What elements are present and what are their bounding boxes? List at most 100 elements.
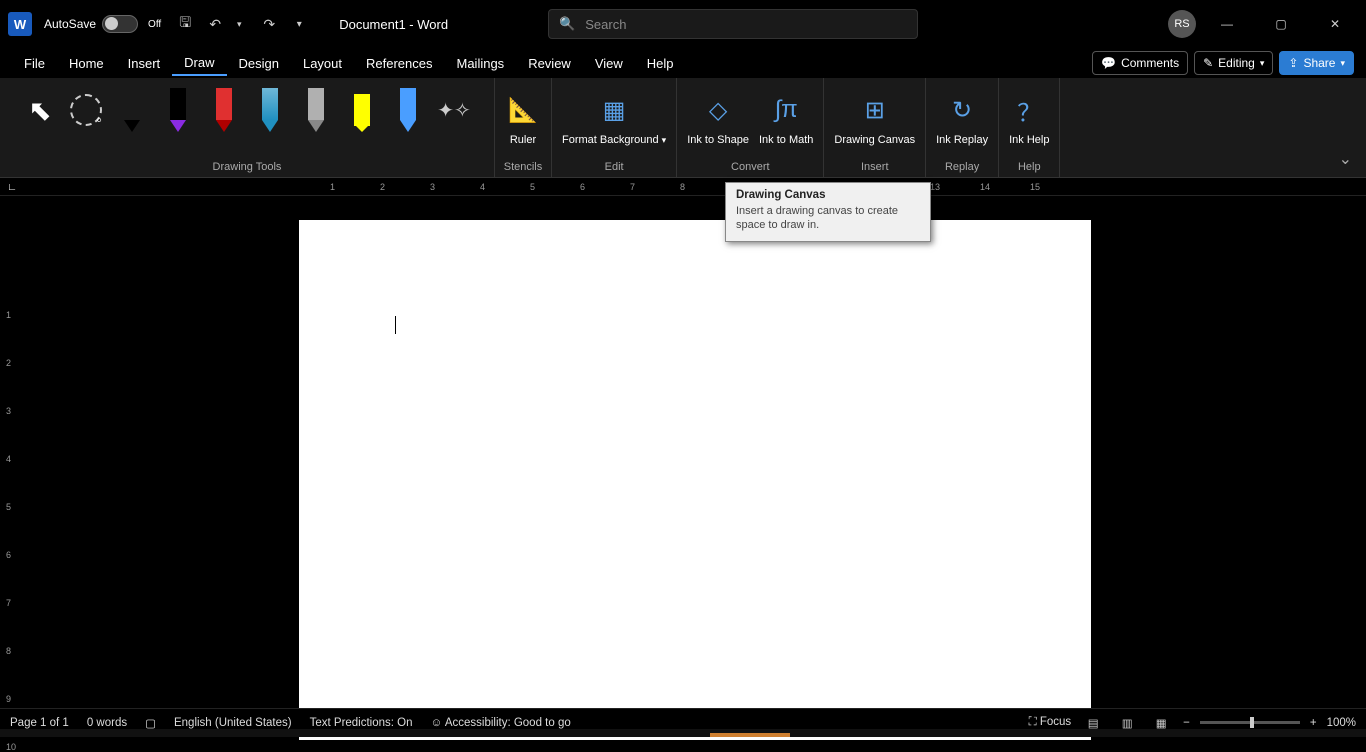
- tab-help[interactable]: Help: [635, 52, 686, 75]
- close-button[interactable]: ✕: [1312, 8, 1358, 40]
- help-icon: ？: [1013, 88, 1045, 132]
- zoom-level[interactable]: 100%: [1327, 717, 1356, 729]
- autosave-toggle[interactable]: AutoSave Off: [44, 15, 161, 33]
- undo-icon[interactable]: ↶: [205, 14, 225, 34]
- comments-button[interactable]: 💬 Comments: [1092, 51, 1188, 75]
- status-page[interactable]: Page 1 of 1: [10, 717, 69, 729]
- pen-galaxy[interactable]: [250, 86, 290, 134]
- drawing-canvas-button[interactable]: ⊞ Drawing Canvas: [832, 86, 917, 149]
- ruler-tick: 4: [480, 182, 485, 192]
- autosave-label: AutoSave: [44, 17, 96, 31]
- focus-mode-button[interactable]: ⛶ Focus: [1029, 716, 1072, 729]
- tab-review[interactable]: Review: [516, 52, 583, 75]
- document-page[interactable]: [299, 220, 1091, 740]
- pencil-tool[interactable]: [296, 86, 336, 134]
- status-language[interactable]: English (United States): [174, 717, 292, 729]
- ruler-tick: 4: [6, 454, 11, 464]
- text-cursor: [395, 316, 396, 334]
- tab-view[interactable]: View: [583, 52, 635, 75]
- collapse-ribbon-button[interactable]: ⌄: [1325, 141, 1366, 177]
- ruler-tick: 7: [630, 182, 635, 192]
- lasso-select-tool[interactable]: [66, 86, 106, 134]
- group-label-help: Help: [1018, 159, 1041, 177]
- ruler-tick: 13: [930, 182, 940, 192]
- editing-mode-button[interactable]: ✎ Editing ▾: [1194, 51, 1273, 75]
- zoom-slider[interactable]: [1200, 721, 1300, 724]
- pen-icon: [262, 88, 278, 132]
- ruler-tick: 10: [6, 742, 16, 752]
- ruler-tick: 1: [6, 310, 11, 320]
- ruler-tick: 3: [6, 406, 11, 416]
- pen-icon: [216, 88, 232, 132]
- status-accessibility[interactable]: ☺ Accessibility: Good to go: [431, 717, 571, 729]
- tab-file[interactable]: File: [12, 52, 57, 75]
- tab-references[interactable]: References: [354, 52, 444, 75]
- pen-red[interactable]: [204, 86, 244, 134]
- ruler-tick: 5: [530, 182, 535, 192]
- ink-to-math-button[interactable]: ∫π Ink to Math: [757, 86, 815, 149]
- format-background-label: Format Background ▾: [562, 134, 666, 147]
- eraser-tool[interactable]: [112, 86, 152, 134]
- title-bar: W AutoSave Off 🖫 ↶ ▾ ↷ ▾ Document1 - Wor…: [0, 0, 1366, 48]
- zoom-in-button[interactable]: +: [1310, 717, 1317, 729]
- horizontal-ruler[interactable]: ∟ 123456789101112131415: [0, 178, 1366, 196]
- toggle-switch[interactable]: [102, 15, 138, 33]
- ruler-label: Ruler: [510, 134, 536, 147]
- ink-replay-button[interactable]: ↻ Ink Replay: [934, 86, 990, 149]
- tab-insert[interactable]: Insert: [116, 52, 173, 75]
- user-avatar[interactable]: RS: [1168, 10, 1196, 38]
- customize-qat-icon[interactable]: ▾: [289, 14, 309, 34]
- ruler-button[interactable]: 📐 Ruler: [503, 86, 543, 149]
- undo-dropdown-icon[interactable]: ▾: [229, 14, 249, 34]
- tooltip-drawing-canvas: Drawing Canvas Insert a drawing canvas t…: [725, 182, 931, 242]
- ruler-tick: 1: [330, 182, 335, 192]
- zoom-out-button[interactable]: −: [1183, 717, 1190, 729]
- ink-to-shape-button[interactable]: ◇ Ink to Shape: [685, 86, 751, 149]
- pen-blue[interactable]: [388, 86, 428, 134]
- editing-label: Editing: [1218, 56, 1255, 70]
- group-label-stencils: Stencils: [504, 159, 543, 177]
- search-box[interactable]: 🔍 Search: [548, 9, 918, 39]
- pencil-icon: [308, 88, 324, 132]
- tab-design[interactable]: Design: [227, 52, 291, 75]
- ink-help-button[interactable]: ？ Ink Help: [1007, 86, 1051, 149]
- tab-draw[interactable]: Draw: [172, 51, 226, 76]
- add-pen-button[interactable]: ✦✧: [434, 86, 474, 134]
- status-predictions[interactable]: Text Predictions: On: [310, 717, 413, 729]
- redo-icon[interactable]: ↷: [259, 14, 279, 34]
- group-label-replay: Replay: [945, 159, 979, 177]
- drawing-canvas-icon: ⊞: [859, 88, 891, 132]
- highlighter-yellow[interactable]: [342, 86, 382, 134]
- share-button[interactable]: ⇪ Share ▾: [1279, 51, 1354, 75]
- ink-replay-label: Ink Replay: [936, 134, 988, 147]
- word-app-icon: W: [8, 12, 32, 36]
- spell-check-icon[interactable]: ▢: [145, 716, 156, 730]
- select-tool[interactable]: ⬉: [20, 86, 60, 134]
- document-title: Document1 - Word: [339, 17, 448, 32]
- minimize-button[interactable]: —: [1204, 8, 1250, 40]
- group-label-insert: Insert: [861, 159, 889, 177]
- page-viewport[interactable]: [24, 196, 1366, 708]
- ruler-tick: 2: [6, 358, 11, 368]
- pen-icon: [170, 88, 186, 132]
- tab-layout[interactable]: Layout: [291, 52, 354, 75]
- maximize-button[interactable]: ▢: [1258, 8, 1304, 40]
- ruler-tick: 5: [6, 502, 11, 512]
- ribbon-tabs: File Home Insert Draw Design Layout Refe…: [0, 48, 1366, 78]
- tab-mailings[interactable]: Mailings: [445, 52, 517, 75]
- vertical-ruler[interactable]: 12345678910: [0, 196, 24, 708]
- ruler-tick: 8: [6, 646, 11, 656]
- ink-to-shape-icon: ◇: [702, 88, 734, 132]
- highlighter-icon: [354, 88, 370, 132]
- ink-to-math-label: Ink to Math: [759, 134, 813, 147]
- ink-help-label: Ink Help: [1009, 134, 1049, 147]
- search-placeholder: Search: [585, 17, 626, 32]
- document-area: 12345678910: [0, 196, 1366, 708]
- pen-black[interactable]: [158, 86, 198, 134]
- ruler-tick: 15: [1030, 182, 1040, 192]
- status-word-count[interactable]: 0 words: [87, 717, 127, 729]
- format-background-button[interactable]: ▦ Format Background ▾: [560, 86, 668, 149]
- save-icon[interactable]: 🖫: [175, 14, 195, 34]
- ruler-tick: 3: [430, 182, 435, 192]
- tab-home[interactable]: Home: [57, 52, 116, 75]
